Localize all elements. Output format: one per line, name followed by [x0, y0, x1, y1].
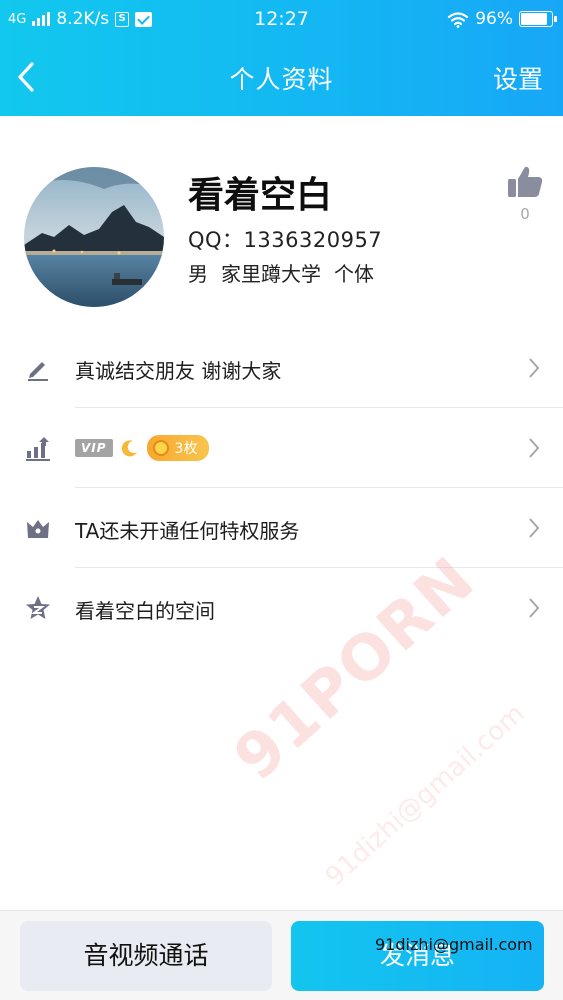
nickname: 看着空白	[188, 175, 333, 216]
like-button[interactable]: 0	[505, 165, 545, 225]
vip-info: VIP 3枚	[75, 435, 210, 461]
avatar-image	[24, 167, 164, 307]
avatar[interactable]	[24, 167, 164, 307]
occupation: 个体	[334, 262, 374, 286]
coin-count: 3枚	[174, 441, 198, 457]
list-item-vip[interactable]: VIP 3枚	[0, 408, 563, 488]
list-item-signature[interactable]: 真诚结交朋友 谢谢大家	[0, 328, 563, 408]
list-item-space[interactable]: 看着空白的空间	[0, 568, 563, 648]
status-bar: 4G 8.2K/s S 12:27 96%	[0, 0, 563, 38]
header-bar: 4G 8.2K/s S 12:27 96% 个人资料 设置	[0, 0, 563, 116]
bottom-bar: 音视频通话 发消息 91dizhi@gmail.com	[0, 910, 563, 1000]
qq-number: QQ：1336320957	[188, 228, 383, 252]
vip-tag: VIP	[75, 439, 113, 457]
thumbs-up-icon	[508, 166, 543, 197]
page-title: 个人资料	[229, 65, 334, 94]
send-message-button[interactable]: 发消息	[291, 921, 544, 991]
chevron-right-icon	[529, 358, 540, 378]
chevron-right-icon	[529, 598, 540, 618]
nav-bar: 个人资料 设置	[0, 38, 563, 116]
moon-icon	[121, 440, 137, 457]
coin-icon	[152, 440, 169, 456]
video-call-button[interactable]: 音视频通话	[20, 921, 272, 991]
profile-meta: 男 家里蹲大学 个体	[188, 258, 374, 287]
watermark-email: 91dizhi@gmail.com	[320, 698, 531, 893]
crown-icon	[27, 520, 49, 538]
space-text: 看着空白的空间	[75, 599, 215, 623]
level-up-icon	[26, 437, 50, 461]
edit-icon	[28, 362, 48, 381]
like-count: 0	[520, 205, 530, 223]
qzone-star-icon	[26, 596, 50, 619]
coin-badge: 3枚	[146, 435, 210, 461]
chevron-right-icon	[529, 438, 540, 458]
signature-text: 真诚结交朋友 谢谢大家	[75, 359, 282, 383]
list-item-privilege[interactable]: TA还未开通任何特权服务	[0, 488, 563, 568]
chevron-right-icon	[529, 518, 540, 538]
battery-icon	[519, 11, 557, 27]
settings-button[interactable]: 设置	[493, 60, 543, 96]
gender: 男	[188, 262, 208, 286]
school: 家里蹲大学	[221, 262, 321, 286]
overlay-email: 91dizhi@gmail.com	[375, 935, 533, 954]
battery-percent: 96%	[475, 9, 513, 29]
privilege-text: TA还未开通任何特权服务	[75, 519, 300, 543]
wifi-icon	[448, 11, 469, 28]
